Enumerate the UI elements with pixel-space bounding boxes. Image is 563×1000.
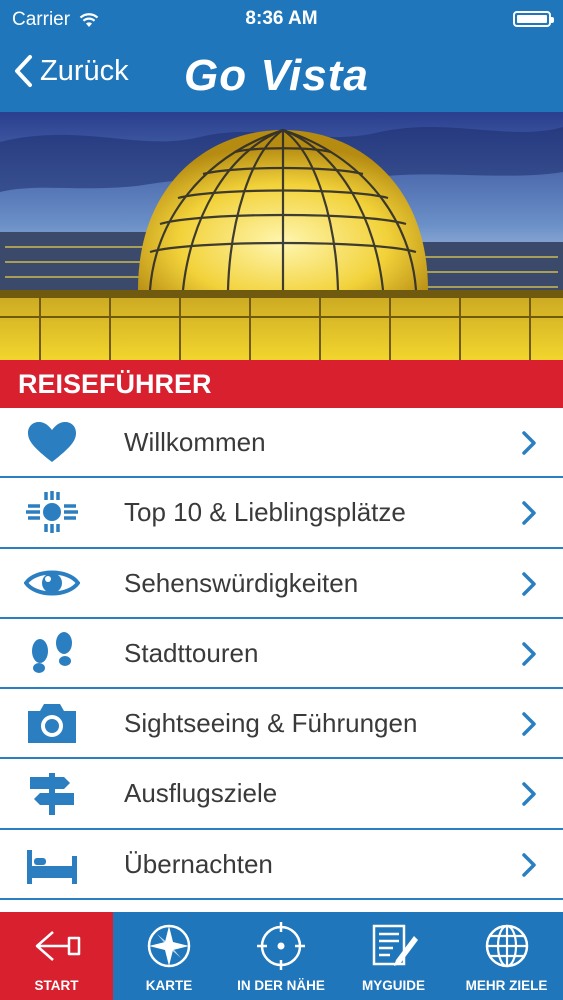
tab-myguide[interactable]: MYGUIDE [337,912,450,1000]
location-target-icon [257,922,305,970]
menu-list: Willkommen Top 10 & Lieblingsplätze Sehe… [0,408,563,912]
menu-item-label: Ausflugsziele [124,778,278,809]
chevron-right-icon [522,853,536,877]
bed-icon [27,849,77,884]
menu-item-sightseeing[interactable]: Sightseeing & Führungen [0,689,563,760]
signpost-icon [30,773,74,816]
menu-item-label: Willkommen [124,427,266,457]
tab-karte[interactable]: KARTE [113,912,225,1000]
tab-label: START [34,978,79,993]
chevron-left-icon [15,55,32,87]
tab-label: MEHR ZIELE [465,978,548,993]
chevron-right-icon [522,571,536,596]
menu-item-label: Stadttouren [124,637,259,668]
tab-label: MYGUIDE [361,978,425,993]
menu-item-ausflugsziele[interactable]: Ausflugsziele [0,759,563,830]
heart-icon [28,422,76,462]
back-button[interactable]: Zurück [12,54,129,88]
menu-item-willkommen[interactable]: Willkommen [0,408,563,479]
zia-sun-icon [26,491,78,534]
chevron-right-icon [522,782,536,807]
tab-bar: START KARTE IN DER NÄHE MYGUIDE MEHR ZIE… [0,912,563,1000]
compass-icon [147,924,191,968]
nav-bar: Zurück Go Vista [0,38,563,112]
menu-item-label: Sightseeing & Führungen [124,708,418,739]
menu-item-stadttouren[interactable]: Stadttouren [0,618,563,690]
menu-item-partial[interactable] [0,900,563,912]
camera-icon [28,704,76,744]
menu-item-label: Übernachten [124,848,273,879]
tab-mehr-ziele[interactable]: MEHR ZIELE [450,912,563,1000]
footprints-icon [32,631,72,673]
hero-image [0,112,563,360]
app-logo: Go Vista [184,51,369,100]
eye-icon [24,570,80,595]
chevron-right-icon [522,642,536,666]
section-header: REISEFÜHRER [0,360,563,408]
notepad-pen-icon [372,924,418,966]
chevron-right-icon [522,501,536,526]
chevron-right-icon [522,431,536,455]
menu-item-top-10[interactable]: Top 10 & Lieblingsplätze [0,478,563,549]
menu-item-sehenswuerdigkeiten[interactable]: Sehenswürdigkeiten [0,548,563,619]
status-bar: Carrier 8:36 AM [0,0,563,38]
tab-label: KARTE [145,978,193,993]
tab-in-der-naehe[interactable]: IN DER NÄHE [225,912,337,1000]
section-title: REISEFÜHRER [18,369,212,399]
clock: 8:36 AM [245,8,318,29]
tab-label: IN DER NÄHE [237,978,325,993]
menu-item-label: Top 10 & Lieblingsplätze [124,497,406,528]
tab-start[interactable]: START [0,912,113,1000]
back-label: Zurück [40,54,129,87]
battery-icon [513,11,554,27]
chevron-right-icon [522,712,536,736]
menu-item-label: Sehenswürdigkeiten [124,567,359,598]
back-arrow-icon [35,931,80,961]
menu-item-uebernachten[interactable]: Übernachten [0,829,563,901]
globe-icon [485,924,528,968]
